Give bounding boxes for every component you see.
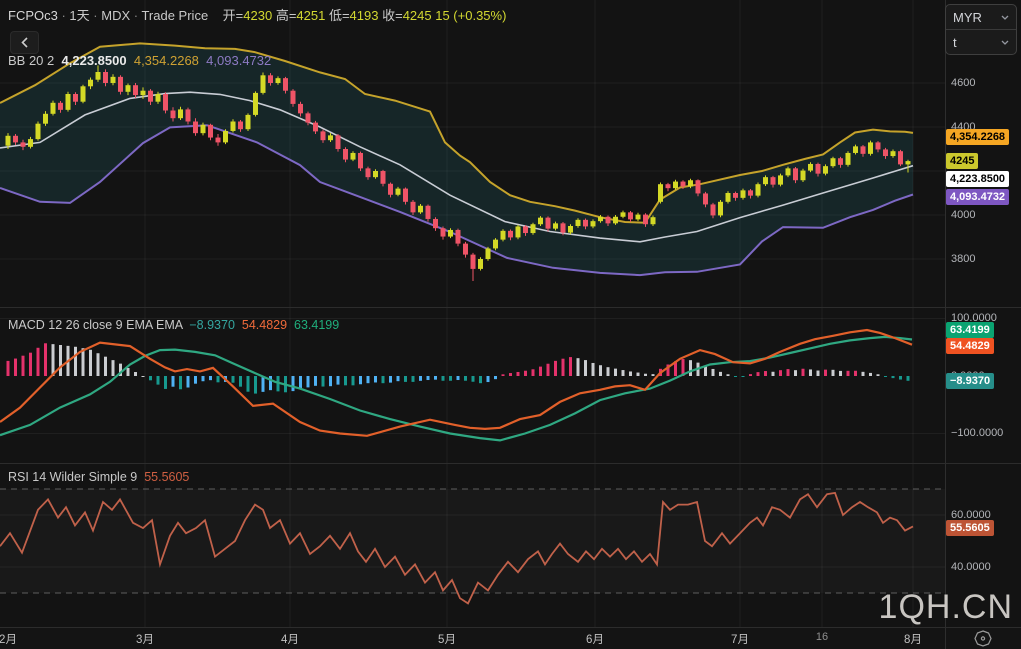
bb-basis-value: 4,223.8500 xyxy=(61,53,127,68)
back-button[interactable] xyxy=(10,31,39,54)
price-badge: 4,354.2268 xyxy=(946,129,1010,145)
price-badge: 54.4829 xyxy=(946,338,994,354)
close-value: 4245 xyxy=(402,8,432,23)
price-badge: 4245 xyxy=(946,153,979,169)
price-type-label: Trade Price xyxy=(141,8,209,23)
time-tick: 5月 xyxy=(438,634,456,646)
open-value: 4230 xyxy=(243,8,273,23)
axis-label: 4000 xyxy=(951,209,976,221)
rsi-value: 55.5605 xyxy=(144,470,190,484)
price-axis[interactable]: 4600440040003800100.00000.0000−100.00006… xyxy=(945,0,1021,627)
time-tick: 8月 xyxy=(904,634,922,646)
trading-chart-app: FCPOc3 · 1天 · MDX · Trade Price 开=4230 高… xyxy=(0,0,1021,649)
pane-separator-macd[interactable] xyxy=(0,307,1021,308)
price-badge: 63.4199 xyxy=(946,322,994,338)
macd-signal-value: 63.4199 xyxy=(294,318,340,332)
time-axis-separator xyxy=(945,628,946,649)
macd-legend[interactable]: MACD 12 26 close 9 EMA EMA −8.9370 54.48… xyxy=(8,318,339,332)
scale-settings-icon[interactable] xyxy=(974,630,992,647)
currency-unit-selector: MYR t xyxy=(945,4,1017,55)
bb-lower-value: 4,093.4732 xyxy=(206,53,272,68)
currency-value: MYR xyxy=(953,9,982,25)
low-value: 4193 xyxy=(349,8,379,23)
macd-line-value: 54.4829 xyxy=(241,318,288,332)
price-badge: 55.5605 xyxy=(946,520,994,536)
chevron-left-icon xyxy=(21,37,28,48)
chart-plot-area[interactable] xyxy=(0,0,945,627)
axis-label: 4600 xyxy=(951,77,976,89)
pane-separator-timeaxis xyxy=(0,627,1021,628)
axis-label: 40.0000 xyxy=(951,561,991,573)
symbol-name[interactable]: FCPOc3 xyxy=(8,8,58,23)
high-value: 4251 xyxy=(296,8,326,23)
time-tick: 7月 xyxy=(731,634,749,646)
watermark: 1QH.CN xyxy=(878,588,1013,626)
price-badge: −8.9370 xyxy=(946,373,995,389)
change-value: 15 (+0.35%) xyxy=(435,8,507,23)
close-label: 收= xyxy=(382,8,403,23)
time-axis[interactable]: 2月 3月 4月 5月 6月 7月 16 8月 xyxy=(0,628,1021,649)
low-label: 低= xyxy=(328,8,350,23)
high-label: 高= xyxy=(275,8,297,23)
pane-separator-rsi[interactable] xyxy=(0,463,1021,464)
time-tick: 16 xyxy=(815,631,829,643)
bb-upper-value: 4,354.2268 xyxy=(133,53,199,68)
bb-legend[interactable]: BB 20 2 4,223.8500 4,354.2268 4,093.4732 xyxy=(8,53,271,68)
interval-label[interactable]: 1天 xyxy=(69,8,89,23)
time-tick: 6月 xyxy=(586,634,604,646)
rsi-legend[interactable]: RSI 14 Wilder Simple 9 55.5605 xyxy=(8,470,189,484)
currency-dropdown[interactable]: MYR xyxy=(946,5,1016,29)
time-tick: 4月 xyxy=(281,634,299,646)
unit-dropdown[interactable]: t xyxy=(946,29,1016,54)
chevron-down-icon xyxy=(1001,40,1009,45)
axis-label: 3800 xyxy=(951,253,976,265)
time-tick: 3月 xyxy=(136,634,154,646)
unit-value: t xyxy=(953,34,957,50)
chevron-down-icon xyxy=(1001,15,1009,20)
exchange-label: MDX xyxy=(101,8,131,23)
price-badge: 4,223.8500 xyxy=(946,171,1010,187)
macd-hist-value: −8.9370 xyxy=(189,318,235,332)
bb-name: BB 20 2 xyxy=(8,53,55,68)
axis-label: −100.0000 xyxy=(951,427,1004,439)
open-label: 开= xyxy=(222,8,244,23)
macd-name: MACD 12 26 close 9 EMA EMA xyxy=(8,318,183,332)
time-tick: 2月 xyxy=(0,634,17,646)
symbol-header[interactable]: FCPOc3 · 1天 · MDX · Trade Price 开=4230 高… xyxy=(8,5,506,24)
rsi-name: RSI 14 Wilder Simple 9 xyxy=(8,470,138,484)
price-badge: 4,093.4732 xyxy=(946,189,1010,205)
